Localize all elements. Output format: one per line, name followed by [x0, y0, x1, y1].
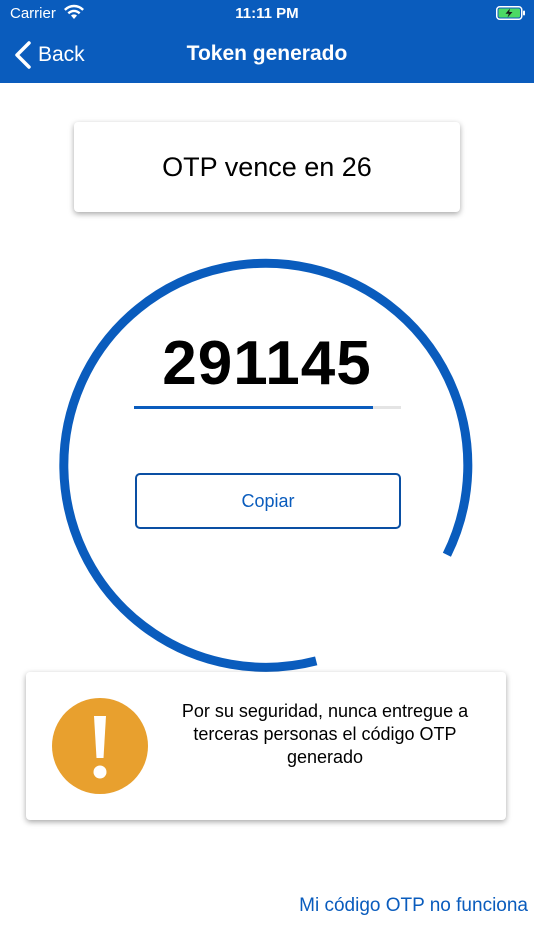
otp-help-link[interactable]: Mi código OTP no funciona [299, 895, 528, 917]
nav-bar: Back Token generado [0, 28, 534, 83]
otp-token-value: 291145 [162, 329, 372, 398]
security-warning-text: Por su seguridad, nunca entregue a terce… [181, 701, 469, 767]
copy-button[interactable]: Copiar [135, 473, 401, 529]
otp-progress-fill [134, 406, 374, 409]
otp-progress-track [134, 406, 401, 409]
countdown-ring-arc [59, 258, 473, 672]
status-bar: Carrier 11:11 PM [0, 0, 534, 28]
page-title: Token generado [186, 42, 348, 65]
security-warning-card: Por su seguridad, nunca entregue a terce… [26, 672, 506, 820]
otp-expiry-card: OTP vence en 26 [74, 122, 460, 212]
battery-charging-icon [496, 6, 525, 20]
status-time: 11:11 PM [235, 5, 299, 22]
app-header: Carrier 11:11 PM Back Token generado [0, 0, 534, 83]
exclamation-icon [52, 698, 148, 794]
otp-expiry-text: OTP vence en 26 [162, 151, 372, 182]
